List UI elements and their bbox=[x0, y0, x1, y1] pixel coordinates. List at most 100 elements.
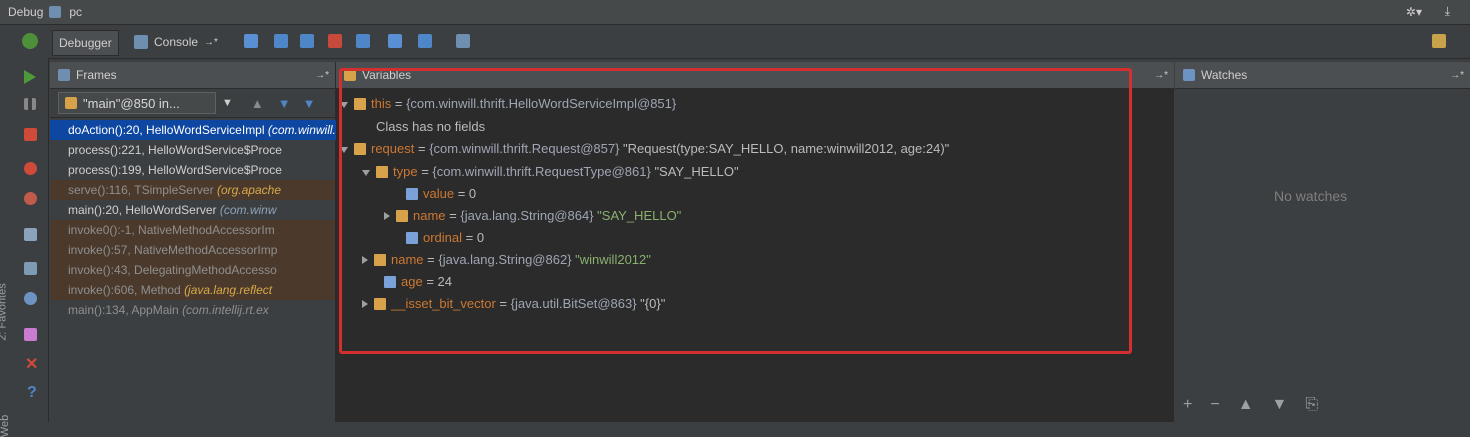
hide-icon[interactable]: ⤓ bbox=[1445, 4, 1450, 19]
settings-icon[interactable]: ✲▾ bbox=[1406, 5, 1422, 19]
variable-row-isset-bit-vector[interactable]: __isset_bit_vector = {java.util.BitSet@8… bbox=[362, 296, 665, 311]
variable-row-ordinal[interactable]: ordinal = 0 bbox=[406, 230, 484, 245]
evaluate-expression-icon[interactable] bbox=[456, 34, 470, 48]
variable-value: {java.lang.String@864} bbox=[460, 208, 594, 223]
drop-frame-icon[interactable] bbox=[388, 34, 402, 48]
rerun-icon[interactable] bbox=[22, 33, 38, 49]
watches-header: Watches →* bbox=[1175, 62, 1470, 89]
primitive-icon bbox=[406, 188, 418, 200]
get-thread-dump-icon[interactable] bbox=[24, 228, 37, 241]
variable-note: Class has no fields bbox=[376, 119, 486, 134]
run-config-icon bbox=[49, 6, 62, 18]
equals-sign: = bbox=[445, 208, 461, 223]
equals-sign: = bbox=[414, 141, 430, 156]
add-watch-icon[interactable]: + bbox=[1183, 396, 1192, 414]
variable-value: {com.winwill.thrift.Request@857} bbox=[429, 141, 620, 156]
run-config-name: pc bbox=[69, 5, 83, 19]
equals-sign: = bbox=[462, 230, 477, 245]
tab-debugger[interactable]: Debugger bbox=[52, 30, 119, 56]
expand-icon[interactable] bbox=[362, 170, 370, 176]
frame-location: (com.winw bbox=[219, 203, 277, 217]
frame-item-4[interactable]: main():20, HelloWordServer (com.winw bbox=[50, 200, 335, 220]
frame-location: (java.lang.reflect bbox=[184, 283, 273, 297]
layout-settings-icon[interactable] bbox=[1432, 34, 1446, 48]
debug-window-title: Debug bbox=[8, 5, 44, 19]
collapse-icon[interactable] bbox=[384, 212, 390, 220]
run-to-cursor-icon[interactable] bbox=[418, 34, 432, 48]
tab-console[interactable]: Console →* bbox=[128, 30, 224, 54]
variable-row-age[interactable]: age = 24 bbox=[384, 274, 452, 289]
collapse-icon[interactable] bbox=[362, 300, 368, 308]
web-sidebar-tab[interactable]: Web bbox=[0, 415, 11, 437]
force-step-into-icon[interactable] bbox=[328, 34, 342, 48]
variable-row-type[interactable]: type = {com.winwill.thrift.RequestType@8… bbox=[362, 164, 739, 179]
restore-layout-icon[interactable] bbox=[24, 262, 37, 275]
equals-sign: = bbox=[454, 186, 469, 201]
step-over-icon[interactable] bbox=[274, 34, 288, 48]
variable-value: {com.winwill.thrift.RequestType@861} bbox=[432, 164, 651, 179]
variable-name: this bbox=[371, 96, 392, 111]
expand-icon[interactable] bbox=[340, 102, 348, 108]
view-breakpoints-icon[interactable] bbox=[24, 162, 37, 175]
console-icon bbox=[134, 35, 148, 49]
step-out-icon[interactable] bbox=[356, 34, 370, 48]
show-execution-point-icon[interactable] bbox=[244, 34, 258, 48]
watches-icon bbox=[1183, 69, 1195, 81]
frame-item-6[interactable]: invoke():57, NativeMethodAccessorImp bbox=[50, 240, 335, 260]
frames-title: Frames bbox=[76, 68, 117, 82]
field-icon bbox=[374, 254, 386, 266]
variable-name: name bbox=[413, 208, 446, 223]
copy-icon[interactable]: ⎘ bbox=[1305, 396, 1318, 414]
frame-item-0[interactable]: doAction():20, HelloWordServiceImpl (com… bbox=[50, 120, 370, 140]
previous-frame-icon[interactable]: ▲ bbox=[251, 96, 264, 111]
variables-header: Variables →* bbox=[336, 62, 1174, 89]
frame-method: invoke():43, DelegatingMethodAccesso bbox=[68, 263, 277, 277]
step-into-icon[interactable] bbox=[300, 34, 314, 48]
move-up-icon[interactable]: ▲ bbox=[1238, 396, 1254, 414]
frame-method: main():20, HelloWordServer bbox=[68, 203, 220, 217]
resume-icon[interactable] bbox=[24, 70, 36, 84]
move-down-icon[interactable]: ▼ bbox=[1272, 396, 1288, 414]
help-icon[interactable]: ? bbox=[27, 384, 37, 402]
pin-tab-icon[interactable] bbox=[24, 328, 37, 341]
frame-item-1[interactable]: process():221, HelloWordService$Proce bbox=[50, 140, 335, 160]
frame-item-3[interactable]: serve():116, TSimpleServer (org.apache bbox=[50, 180, 335, 200]
variable-row-inner-name[interactable]: name = {java.lang.String@864} "SAY_HELLO… bbox=[384, 208, 681, 223]
thread-selector[interactable]: "main"@850 in... bbox=[58, 92, 216, 114]
frame-item-8[interactable]: invoke():606, Method (java.lang.reflect bbox=[50, 280, 335, 300]
frame-item-5[interactable]: invoke0():-1, NativeMethodAccessorIm bbox=[50, 220, 335, 240]
variables-title: Variables bbox=[362, 68, 412, 82]
variable-row-value[interactable]: value = 0 bbox=[406, 186, 476, 201]
variable-value: 0 bbox=[468, 186, 477, 201]
variable-value: {java.lang.String@862} bbox=[438, 252, 572, 267]
variable-row-request[interactable]: request = {com.winwill.thrift.Request@85… bbox=[340, 141, 949, 156]
frame-item-7[interactable]: invoke():43, DelegatingMethodAccesso bbox=[50, 260, 335, 280]
field-icon bbox=[354, 143, 366, 155]
variable-value: {com.winwill.thrift.HelloWordServiceImpl… bbox=[406, 96, 677, 111]
frame-item-9[interactable]: main():134, AppMain (com.intellij.rt.ex bbox=[50, 300, 335, 320]
settings-gear-icon[interactable] bbox=[24, 292, 37, 305]
frame-method: invoke():57, NativeMethodAccessorImp bbox=[68, 243, 278, 257]
variable-row-this[interactable]: this = {com.winwill.thrift.HelloWordServ… bbox=[340, 96, 676, 111]
variable-name: ordinal bbox=[423, 230, 463, 245]
thread-dropdown-icon[interactable]: ▼ bbox=[222, 97, 233, 109]
filter-icon[interactable]: ▼ bbox=[303, 96, 316, 111]
collapse-icon[interactable] bbox=[362, 256, 368, 264]
variable-to-string: "winwill2012" bbox=[571, 252, 651, 267]
frame-item-2[interactable]: process():199, HelloWordService$Proce bbox=[50, 160, 335, 180]
next-frame-icon[interactable]: ▼ bbox=[278, 96, 291, 111]
stop-icon[interactable] bbox=[24, 128, 37, 141]
variable-row-name[interactable]: name = {java.lang.String@862} "winwill20… bbox=[362, 252, 651, 267]
expand-icon[interactable] bbox=[340, 147, 348, 153]
remove-watch-icon[interactable]: − bbox=[1210, 396, 1219, 414]
close-icon[interactable]: ✕ bbox=[25, 354, 38, 374]
equals-sign: = bbox=[422, 274, 438, 289]
variable-name: request bbox=[371, 141, 415, 156]
primitive-icon bbox=[406, 232, 418, 244]
variable-value: 24 bbox=[437, 274, 452, 289]
tab-console-label: Console bbox=[154, 35, 199, 49]
mute-breakpoints-icon[interactable] bbox=[24, 192, 37, 205]
pause-icon[interactable] bbox=[24, 98, 36, 110]
favorites-sidebar-tab[interactable]: 2: Favorites bbox=[0, 283, 9, 340]
frame-method: process():199, HelloWordService$Proce bbox=[68, 163, 282, 177]
